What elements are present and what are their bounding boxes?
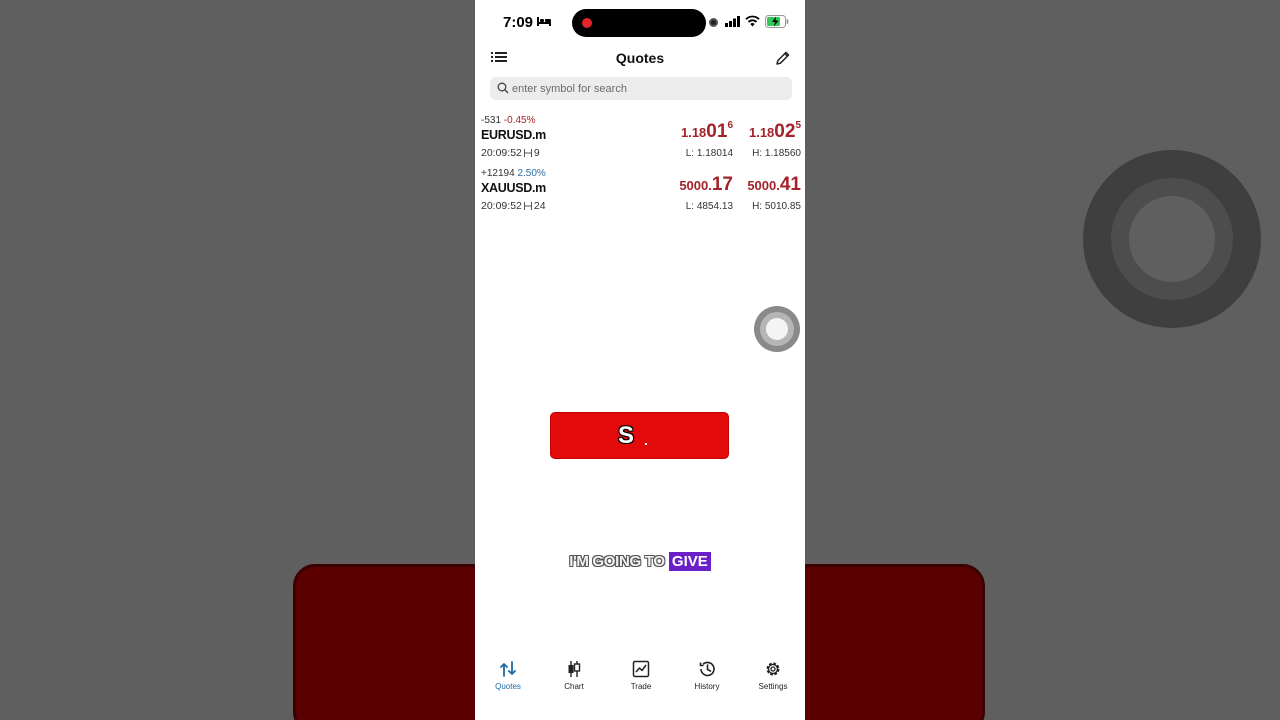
quote-change: +12194 2.50%: [481, 168, 546, 179]
low-price: L: 4854.13: [685, 201, 733, 212]
background-blurred-assistive-touch: [1083, 150, 1261, 328]
video-caption: I'M GOING TO GIVE: [475, 552, 805, 571]
high-price: H: 1.18560: [752, 148, 801, 159]
caption-highlight-word: GIVE: [668, 552, 711, 571]
high-price: H: 5010.85: [752, 201, 801, 212]
gear-icon: [766, 662, 780, 676]
quote-change-points: -531: [481, 115, 502, 126]
search-input[interactable]: [512, 77, 782, 100]
bid-price-sup: 6: [727, 120, 733, 131]
quote-change-percent: 2.50%: [517, 168, 546, 179]
search-icon: [497, 82, 509, 94]
bid-price-big: 17: [711, 174, 733, 195]
quotes-arrows-icon: [500, 661, 516, 677]
low-price: L: 1.18014: [685, 148, 733, 159]
candlestick-icon: [568, 661, 581, 677]
quote-spread: 9: [533, 147, 540, 159]
tab-label: History: [694, 682, 720, 691]
overlay-banner-text: S: [617, 422, 634, 449]
status-bar: 7:09: [475, 0, 805, 44]
ask-price-sup: 5: [795, 120, 801, 131]
dynamic-island: [572, 9, 706, 37]
edit-pencil-icon[interactable]: [775, 50, 791, 66]
quote-change: -531 -0.45%: [481, 115, 535, 126]
bid-price-big: 01: [706, 121, 728, 142]
navigation-bar: Quotes: [475, 44, 805, 74]
phone-screen: 7:09 Quotes enter symbol for search -531…: [475, 0, 805, 720]
history-clock-icon: [699, 661, 715, 677]
caption-words: I'M GOING TO: [569, 553, 665, 570]
quote-time-spread: 20:09:52 24: [481, 200, 546, 212]
camera-indicator-icon: [709, 18, 718, 27]
quote-row-xauusd[interactable]: +12194 2.50% XAUUSD.m 20:09:52 24 5000.17…: [475, 168, 805, 220]
bid-price: 5000.17: [679, 173, 733, 196]
tab-quotes[interactable]: Quotes: [478, 660, 538, 700]
ask-price: 5000.41: [747, 173, 801, 196]
quote-symbol: XAUUSD.m: [481, 181, 546, 195]
trade-chart-icon: [632, 660, 650, 678]
recording-indicator-icon: [582, 18, 592, 28]
battery-charging-icon: [765, 15, 789, 28]
ask-price-prefix: 1.18: [748, 125, 775, 140]
quote-time: 20:09:52: [481, 200, 522, 212]
sleep-bed-icon: [537, 17, 551, 26]
overlay-banner-dot: [645, 443, 647, 445]
assistive-touch-button[interactable]: [754, 306, 800, 352]
cellular-signal-icon: [725, 16, 740, 27]
tab-label: Quotes: [495, 682, 521, 691]
tab-label: Settings: [758, 682, 788, 691]
wifi-icon: [745, 15, 760, 27]
ask-price: 1.18025: [749, 120, 801, 143]
tab-trade[interactable]: Trade: [611, 660, 671, 700]
quote-time-spread: 20:09:52 9: [481, 147, 540, 159]
bid-price: 1.18016: [681, 120, 733, 143]
quote-symbol: EURUSD.m: [481, 128, 546, 142]
tab-settings[interactable]: Settings: [743, 660, 803, 700]
quote-change-percent: -0.45%: [503, 115, 536, 126]
tab-history[interactable]: History: [677, 660, 737, 700]
ask-price-prefix: 5000.: [747, 178, 780, 193]
bid-price-prefix: 1.18: [680, 125, 707, 140]
bid-price-prefix: 5000.: [679, 178, 712, 193]
tab-label: Trade: [630, 682, 652, 691]
tab-chart[interactable]: Chart: [544, 660, 604, 700]
quote-change-points: +12194: [481, 168, 515, 179]
quote-row-eurusd[interactable]: -531 -0.45% EURUSD.m 20:09:52 9 1.18016 1…: [475, 115, 805, 167]
quote-spread: 24: [533, 200, 546, 212]
quote-time: 20:09:52: [481, 147, 522, 159]
ask-price-big: 02: [774, 121, 796, 142]
tab-label: Chart: [564, 682, 584, 691]
page-title: Quotes: [615, 50, 665, 66]
spread-icon: [523, 202, 532, 210]
search-bar: [490, 77, 792, 100]
status-time: 7:09: [503, 14, 534, 31]
spread-icon: [523, 149, 532, 157]
ask-price-big: 41: [779, 174, 801, 195]
bottom-tab-bar: Quotes Chart Trade History Settings: [475, 656, 805, 720]
video-overlay-banner: S: [550, 412, 729, 459]
